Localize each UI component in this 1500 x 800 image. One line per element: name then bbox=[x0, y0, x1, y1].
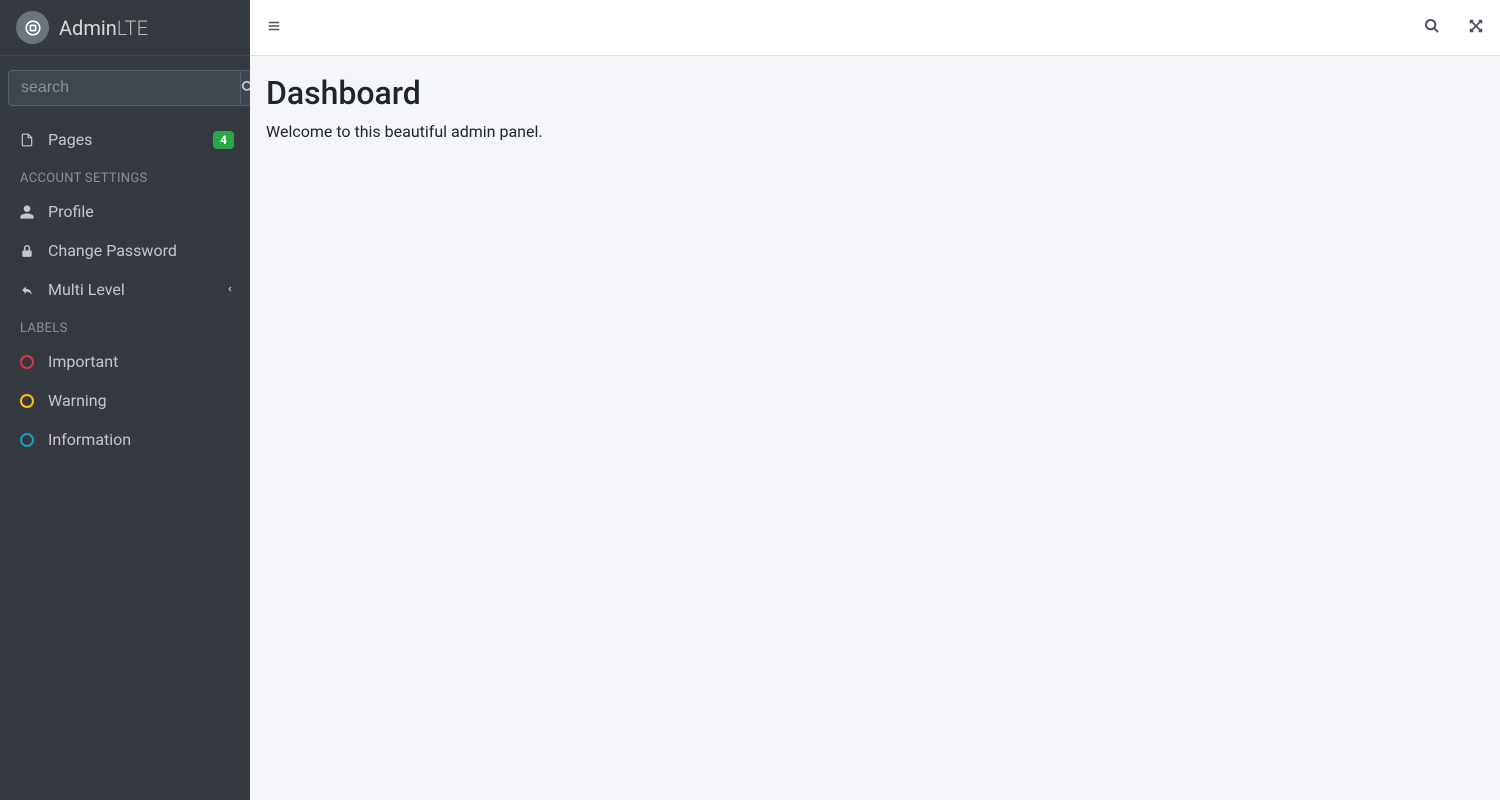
sidebar-item-profile[interactable]: Profile bbox=[0, 192, 250, 231]
search-icon bbox=[1424, 18, 1440, 38]
sidebar-search-input[interactable] bbox=[8, 70, 240, 106]
page-description: Welcome to this beautiful admin panel. bbox=[266, 122, 1484, 141]
sidebar-toggle-button[interactable] bbox=[266, 18, 282, 37]
sidebar-item-label-important[interactable]: Important bbox=[0, 342, 250, 381]
content: Dashboard Welcome to this beautiful admi… bbox=[250, 56, 1500, 159]
page-title: Dashboard bbox=[266, 74, 1484, 112]
nav-header-labels: LABELS bbox=[0, 309, 250, 342]
sidebar-item-label: Multi Level bbox=[48, 280, 226, 299]
sidebar-item-label: Change Password bbox=[48, 241, 234, 260]
sidebar-item-label: Important bbox=[48, 352, 234, 371]
sidebar-item-label: Pages bbox=[48, 130, 213, 149]
sidebar-item-label-information[interactable]: Information bbox=[0, 420, 250, 459]
circle-icon bbox=[16, 394, 38, 408]
brand-link[interactable]: AdminLTE bbox=[0, 0, 250, 56]
main-wrapper: Dashboard Welcome to this beautiful admi… bbox=[250, 0, 1500, 800]
share-icon bbox=[16, 283, 38, 297]
sidebar-item-label: Profile bbox=[48, 202, 234, 221]
file-icon bbox=[16, 131, 38, 149]
sidebar-item-pages[interactable]: Pages 4 bbox=[0, 120, 250, 159]
fullscreen-button[interactable] bbox=[1468, 18, 1484, 38]
brand-text-light: LTE bbox=[117, 16, 148, 40]
lock-icon bbox=[16, 243, 38, 259]
nav-header-account: ACCOUNT SETTINGS bbox=[0, 159, 250, 192]
brand-text: AdminLTE bbox=[59, 16, 148, 40]
circle-icon bbox=[16, 355, 38, 369]
sidebar-item-label-warning[interactable]: Warning bbox=[0, 381, 250, 420]
topbar-search-button[interactable] bbox=[1424, 18, 1440, 38]
circle-icon bbox=[16, 433, 38, 447]
sidebar: AdminLTE Pages 4 ACCOUNT SETTINGS Profil… bbox=[0, 0, 250, 800]
pages-badge: 4 bbox=[213, 131, 234, 149]
topbar bbox=[250, 0, 1500, 56]
sidebar-item-label: Warning bbox=[48, 391, 234, 410]
chevron-left-icon bbox=[226, 280, 234, 299]
brand-logo bbox=[16, 11, 49, 44]
sidebar-item-label: Information bbox=[48, 430, 234, 449]
sidebar-item-multi-level[interactable]: Multi Level bbox=[0, 270, 250, 309]
bars-icon bbox=[266, 18, 282, 37]
expand-icon bbox=[1468, 18, 1484, 38]
brand-text-bold: Admin bbox=[59, 16, 117, 40]
sidebar-search bbox=[0, 56, 250, 120]
sidebar-item-change-password[interactable]: Change Password bbox=[0, 231, 250, 270]
user-icon bbox=[16, 204, 38, 220]
